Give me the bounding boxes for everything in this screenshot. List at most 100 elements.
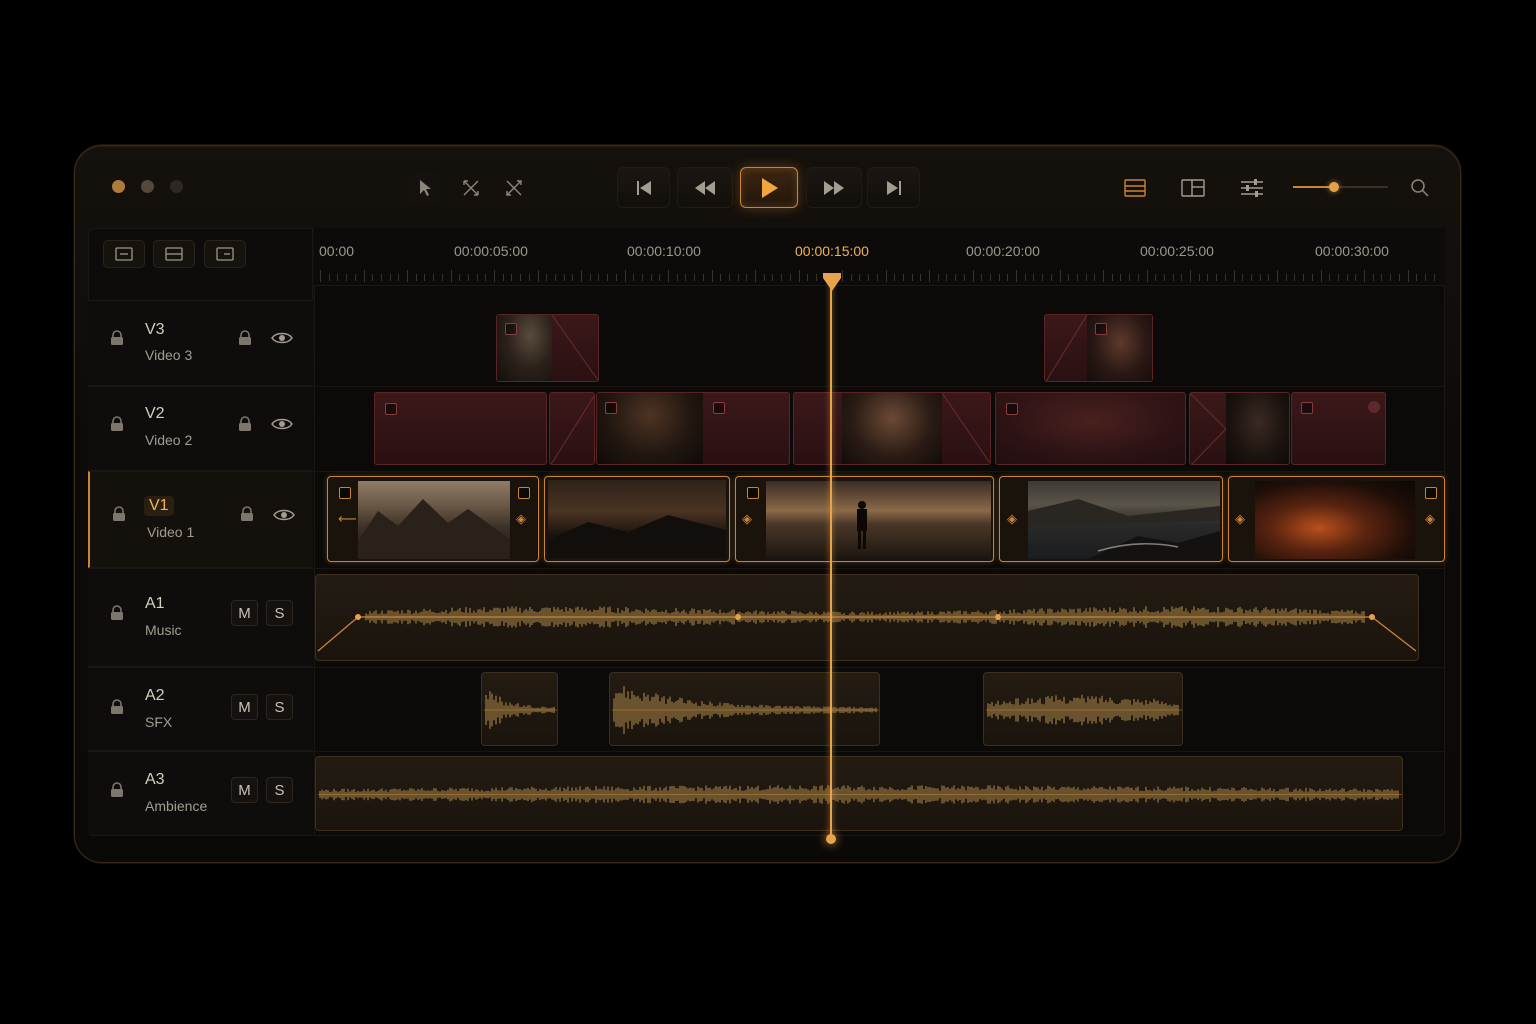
video-clip[interactable] bbox=[1044, 314, 1153, 382]
audio-clip-music[interactable] bbox=[315, 574, 1419, 661]
close-window-button[interactable] bbox=[112, 180, 125, 193]
minimize-window-button[interactable] bbox=[141, 180, 154, 193]
ruler-tick bbox=[1216, 274, 1218, 281]
track-lock-icon[interactable] bbox=[238, 330, 252, 346]
solo-button[interactable]: S bbox=[266, 600, 293, 626]
track-lock-icon[interactable] bbox=[238, 416, 252, 432]
trim-tool-button[interactable] bbox=[455, 172, 487, 204]
lane-divider bbox=[314, 568, 1445, 569]
ruler-tick bbox=[1233, 270, 1235, 282]
transition-clip[interactable] bbox=[1189, 392, 1290, 465]
ruler-tick bbox=[589, 274, 591, 281]
mute-button[interactable]: M bbox=[231, 694, 258, 720]
visibility-eye-icon[interactable] bbox=[271, 331, 293, 345]
ruler-tick bbox=[1424, 274, 1426, 281]
track-header-v3[interactable]: V3 Video 3 bbox=[88, 300, 313, 386]
video-clip[interactable]: ◈ ◈ bbox=[1228, 476, 1445, 562]
video-clip[interactable] bbox=[793, 392, 991, 465]
timeline-view-button[interactable] bbox=[1121, 174, 1149, 202]
track-height-button[interactable] bbox=[204, 240, 246, 268]
lock-icon[interactable] bbox=[110, 605, 124, 621]
video-clip[interactable] bbox=[374, 392, 547, 465]
ruler-tick bbox=[1181, 274, 1183, 281]
track-name: Ambience bbox=[145, 798, 208, 814]
track-header-a3[interactable]: A3 Ambience M S bbox=[88, 751, 313, 836]
solo-button[interactable]: S bbox=[266, 694, 293, 720]
keyframe-icon[interactable]: ◈ bbox=[1007, 511, 1017, 527]
lock-icon[interactable] bbox=[110, 416, 124, 432]
zoom-slider-knob[interactable] bbox=[1328, 182, 1339, 192]
video-clip[interactable]: ◈ bbox=[999, 476, 1223, 562]
maximize-window-button[interactable] bbox=[170, 180, 183, 193]
track-lock-icon[interactable] bbox=[240, 506, 254, 522]
play-button[interactable] bbox=[740, 167, 798, 208]
clip-type-icon bbox=[713, 402, 725, 414]
ruler-tick bbox=[563, 274, 565, 281]
video-clip[interactable]: ⟵ ◈ bbox=[327, 476, 539, 562]
keyframe-icon[interactable]: ◈ bbox=[1425, 511, 1435, 527]
layout-button[interactable] bbox=[1179, 174, 1207, 202]
lock-icon[interactable] bbox=[110, 330, 124, 346]
ruler-tick bbox=[546, 274, 548, 281]
search-button[interactable] bbox=[1408, 176, 1432, 200]
lock-icon[interactable] bbox=[112, 506, 126, 522]
video-clip[interactable] bbox=[995, 392, 1186, 465]
transition-icon bbox=[942, 393, 990, 464]
trim-handle-icon[interactable]: ⟵ bbox=[338, 511, 357, 527]
envelope-keyframe[interactable] bbox=[995, 614, 1001, 620]
visibility-eye-icon[interactable] bbox=[271, 417, 293, 431]
audio-waveform bbox=[318, 785, 1402, 804]
razor-tool-button[interactable] bbox=[498, 172, 530, 204]
skip-to-end-button[interactable] bbox=[867, 167, 920, 208]
solo-button[interactable]: S bbox=[266, 777, 293, 803]
video-clip[interactable] bbox=[596, 392, 790, 465]
mute-button[interactable]: M bbox=[231, 777, 258, 803]
adjustments-button[interactable] bbox=[1238, 174, 1266, 202]
ruler-tick bbox=[1259, 274, 1261, 281]
track-header-a1[interactable]: A1 Music M S bbox=[88, 568, 313, 667]
volume-envelope[interactable] bbox=[317, 616, 1417, 652]
mute-button[interactable]: M bbox=[231, 600, 258, 626]
audio-clip-sfx[interactable] bbox=[481, 672, 558, 746]
track-header-v1[interactable]: V1 Video 1 bbox=[88, 471, 313, 568]
envelope-keyframe[interactable] bbox=[735, 614, 741, 620]
ruler-tick bbox=[694, 274, 696, 281]
skip-to-start-button[interactable] bbox=[617, 167, 670, 208]
audio-clip-ambience[interactable] bbox=[315, 756, 1403, 831]
keyframe-icon[interactable]: ◈ bbox=[516, 511, 526, 527]
expand-tracks-button[interactable] bbox=[153, 240, 195, 268]
ruler-tick bbox=[755, 270, 756, 282]
keyframe-icon[interactable]: ◈ bbox=[742, 511, 752, 527]
envelope-keyframe[interactable] bbox=[1369, 614, 1375, 620]
video-clip[interactable]: ◈ bbox=[735, 476, 994, 562]
video-clip[interactable] bbox=[1291, 392, 1386, 465]
rewind-button[interactable] bbox=[677, 167, 733, 208]
playhead-handle-icon[interactable] bbox=[822, 272, 842, 292]
fast-forward-button[interactable] bbox=[806, 167, 862, 208]
ruler-tick bbox=[946, 274, 948, 281]
lock-icon[interactable] bbox=[110, 782, 124, 798]
video-clip[interactable] bbox=[496, 314, 599, 382]
keyframe-icon[interactable]: ◈ bbox=[1235, 511, 1245, 527]
playhead[interactable] bbox=[830, 283, 832, 839]
adjustments-icon bbox=[1241, 179, 1263, 197]
audio-clip-sfx[interactable] bbox=[609, 672, 880, 746]
transition-clip[interactable] bbox=[549, 392, 595, 465]
collapse-tracks-button[interactable] bbox=[103, 240, 145, 268]
ruler-tick bbox=[868, 274, 870, 281]
audio-clip-sfx[interactable] bbox=[983, 672, 1183, 746]
video-clip[interactable] bbox=[544, 476, 730, 562]
lock-icon[interactable] bbox=[110, 699, 124, 715]
ruler-tick bbox=[354, 274, 356, 281]
ruler-tick bbox=[1207, 274, 1209, 281]
ruler-tick bbox=[1398, 274, 1400, 281]
track-name: Video 2 bbox=[145, 432, 193, 448]
pointer-tool-button[interactable] bbox=[408, 172, 442, 204]
track-header-a2[interactable]: A2 SFX M S bbox=[88, 667, 313, 751]
zoom-slider[interactable] bbox=[1293, 182, 1388, 192]
ruler-tick bbox=[885, 270, 887, 282]
track-header-v2[interactable]: V2 Video 2 bbox=[88, 386, 313, 471]
envelope-keyframe[interactable] bbox=[355, 614, 361, 620]
visibility-eye-icon[interactable] bbox=[273, 508, 295, 522]
ruler-tick bbox=[424, 274, 426, 281]
